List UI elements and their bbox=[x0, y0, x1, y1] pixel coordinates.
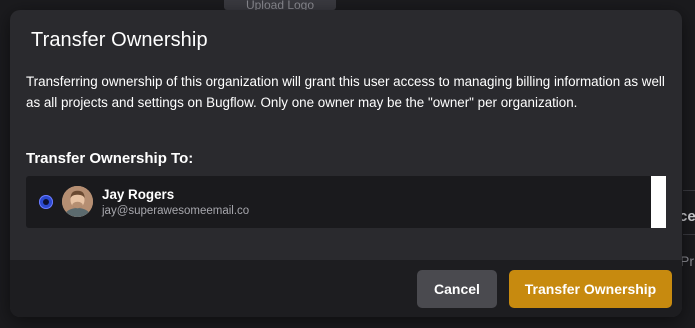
transfer-to-label: Transfer Ownership To: bbox=[26, 150, 194, 167]
background-divider bbox=[683, 190, 695, 191]
user-list: Jay Rogers jay@superawesomeemail.co bbox=[26, 176, 666, 228]
user-name: Jay Rogers bbox=[102, 187, 175, 202]
cancel-button[interactable]: Cancel bbox=[417, 270, 497, 308]
modal-footer: Cancel Transfer Ownership bbox=[10, 260, 682, 317]
upload-logo-button[interactable]: Upload Logo bbox=[224, 0, 336, 10]
modal-title: Transfer Ownership bbox=[31, 29, 208, 51]
transfer-ownership-button[interactable]: Transfer Ownership bbox=[509, 270, 672, 308]
background-text-fragment: Pr bbox=[680, 253, 694, 269]
avatar-photo-icon bbox=[62, 186, 93, 217]
user-radio-button[interactable] bbox=[39, 195, 53, 209]
background-divider bbox=[683, 234, 695, 235]
transfer-ownership-modal: Transfer Ownership Transferring ownershi… bbox=[10, 10, 682, 317]
avatar bbox=[62, 186, 93, 217]
list-scrollbar[interactable] bbox=[651, 176, 666, 228]
modal-description: Transferring ownership of this organizat… bbox=[26, 74, 665, 110]
user-email: jay@superawesomeemail.co bbox=[102, 205, 250, 217]
